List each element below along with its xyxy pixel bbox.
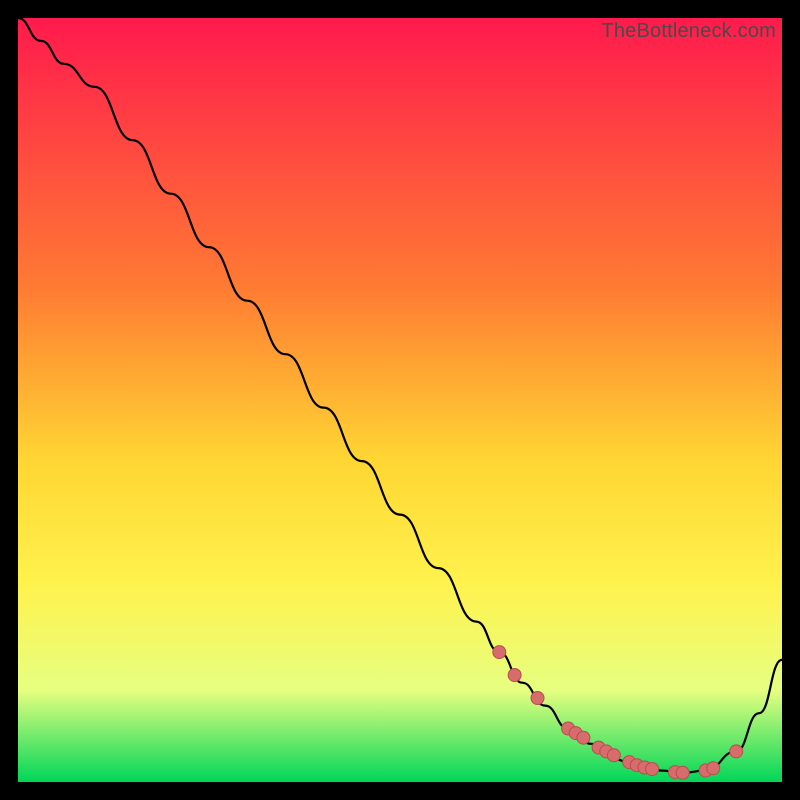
marker-dot	[730, 745, 743, 758]
marker-dot	[676, 766, 689, 779]
marker-dot	[508, 669, 521, 682]
watermark-label: TheBottleneck.com	[595, 18, 782, 47]
marker-dot	[607, 749, 620, 762]
chart-frame: TheBottleneck.com	[18, 18, 782, 782]
marker-dot	[577, 731, 590, 744]
gradient-background	[18, 18, 782, 782]
marker-dot	[493, 646, 506, 659]
marker-dot	[646, 763, 659, 776]
bottleneck-chart	[18, 18, 782, 782]
marker-dot	[531, 692, 544, 705]
marker-dot	[707, 762, 720, 775]
